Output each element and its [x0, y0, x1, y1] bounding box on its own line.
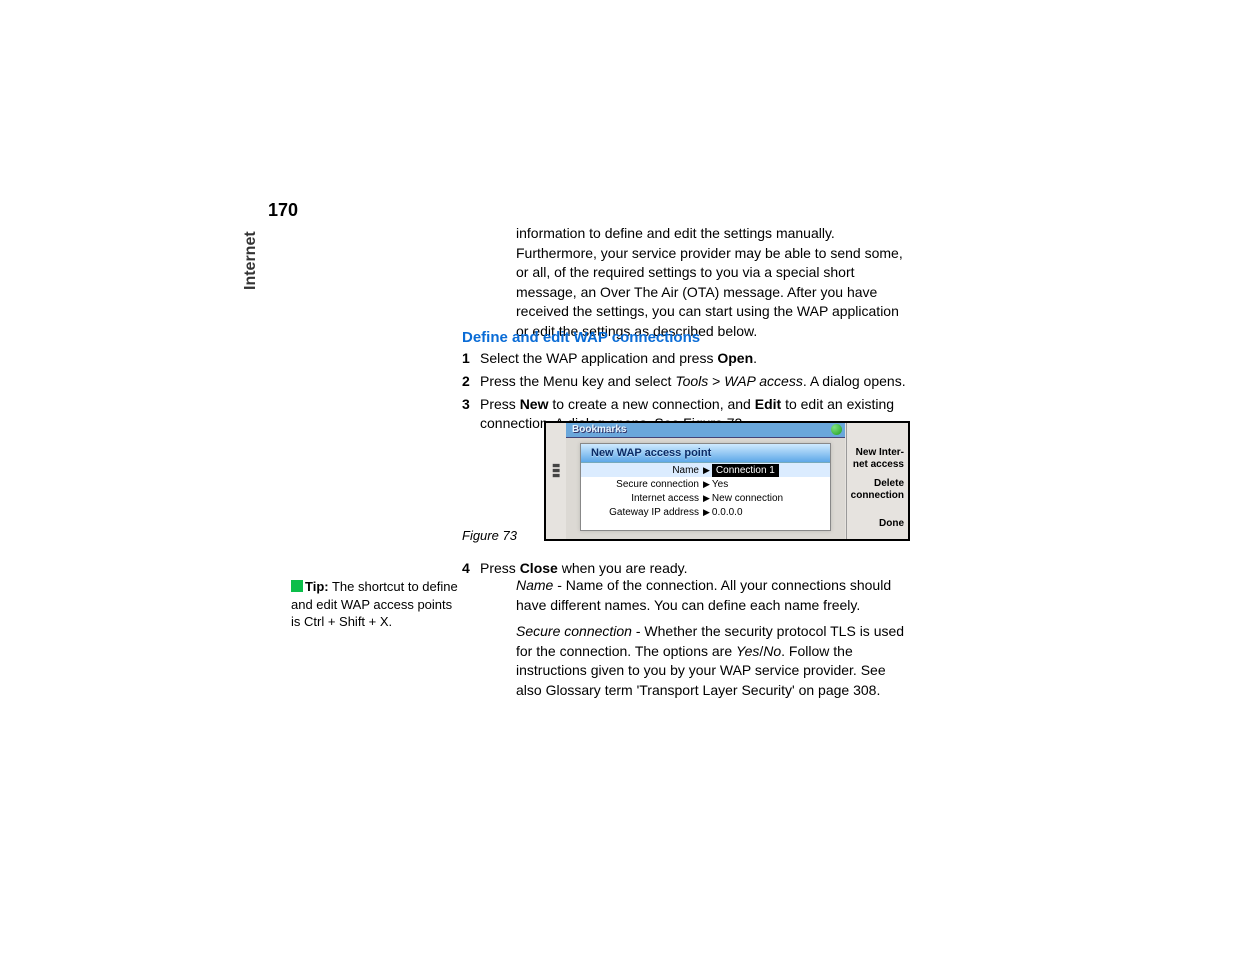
section-tab-internet: Internet [242, 231, 260, 290]
italic-tools: Tools [675, 373, 708, 389]
bold-new: New [520, 396, 549, 412]
text: Press the Menu key and select [480, 373, 675, 389]
text: > [708, 373, 724, 389]
italic-wap-access: WAP access [724, 373, 803, 389]
italic-secure-connection: Secure connection [516, 623, 632, 639]
figure-gutter: ▮▮▮ [546, 423, 567, 539]
tip-label: Tip: [305, 579, 329, 594]
text: Press [480, 396, 520, 412]
signal-icon: ▮▮▮ [551, 461, 562, 481]
figure-sidebar: New Inter- net access Delete connection … [846, 423, 908, 539]
row-value: 0.0.0.0 [712, 507, 743, 518]
italic-name: Name [516, 577, 553, 593]
paragraph-secure-connection: Secure connection - Whether the security… [516, 622, 912, 700]
intro-paragraph: information to define and edit the setti… [516, 224, 911, 342]
row-label: Internet access [581, 493, 701, 504]
text: . [753, 350, 757, 366]
step-1: 1 Select the WAP application and press O… [462, 349, 912, 368]
step-2: 2 Press the Menu key and select Tools > … [462, 372, 912, 391]
status-circle-icon [831, 424, 842, 435]
arrow-right-icon: ▶ [701, 465, 712, 476]
tip-square-icon [291, 580, 303, 592]
bold-open: Open [717, 350, 753, 366]
figure-73-screenshot: ▮▮▮ Bookmarks New WAP access point Name … [544, 421, 910, 541]
step-text: Press the Menu key and select Tools > WA… [480, 372, 912, 391]
softkey-delete-connection: Delete connection [849, 478, 904, 501]
figure-row-gateway: Gateway IP address ▶ 0.0.0.0 [581, 505, 830, 519]
softkey-done: Done [849, 518, 904, 530]
italic-no: No [763, 643, 781, 659]
bold-edit: Edit [755, 396, 781, 412]
row-value: Yes [712, 479, 728, 490]
row-value: New connection [712, 493, 783, 504]
step-num: 1 [462, 349, 480, 368]
dialog-title: New WAP access point [581, 444, 830, 463]
figure-main-area: Bookmarks New WAP access point Name ▶ Co… [566, 423, 845, 539]
figure-dialog: New WAP access point Name ▶ Connection 1… [580, 443, 831, 531]
row-label: Gateway IP address [581, 507, 701, 518]
figure-caption: Figure 73 [462, 528, 517, 543]
row-label: Name [581, 465, 701, 476]
arrow-right-icon: ▶ [701, 493, 712, 504]
section-heading: Define and edit WAP connections [462, 329, 700, 346]
tip-callout: Tip: The shortcut to define and edit WAP… [291, 578, 459, 631]
step-num: 4 [462, 559, 480, 578]
titlebar-text: Bookmarks [572, 424, 626, 435]
text: to create a new connection, and [548, 396, 754, 412]
figure-row-name: Name ▶ Connection 1 [581, 463, 830, 477]
step-num: 2 [462, 372, 480, 391]
row-value-selected: Connection 1 [712, 464, 779, 477]
text: Select the WAP application and press [480, 350, 717, 366]
text: - Name of the connection. All your conne… [516, 577, 891, 613]
step-num: 3 [462, 395, 480, 433]
text: . A dialog opens. [803, 373, 906, 389]
paragraph-name-field: Name - Name of the connection. All your … [516, 576, 908, 615]
bold-close: Close [520, 560, 558, 576]
figure-row-internet: Internet access ▶ New connection [581, 491, 830, 505]
softkey-new-internet-access: New Inter- net access [849, 447, 904, 470]
italic-yes: Yes [736, 643, 759, 659]
text: when you are ready. [558, 560, 688, 576]
figure-row-secure: Secure connection ▶ Yes [581, 477, 830, 491]
figure-titlebar-bookmarks: Bookmarks [566, 423, 845, 438]
step-4: 4 Press Close when you are ready. [462, 555, 912, 578]
arrow-right-icon: ▶ [701, 479, 712, 490]
arrow-right-icon: ▶ [701, 507, 712, 518]
row-label: Secure connection [581, 479, 701, 490]
steps-list: 1 Select the WAP application and press O… [462, 345, 912, 433]
step-text: Select the WAP application and press Ope… [480, 349, 912, 368]
text: Press [480, 560, 520, 576]
page-number: 170 [268, 200, 298, 221]
